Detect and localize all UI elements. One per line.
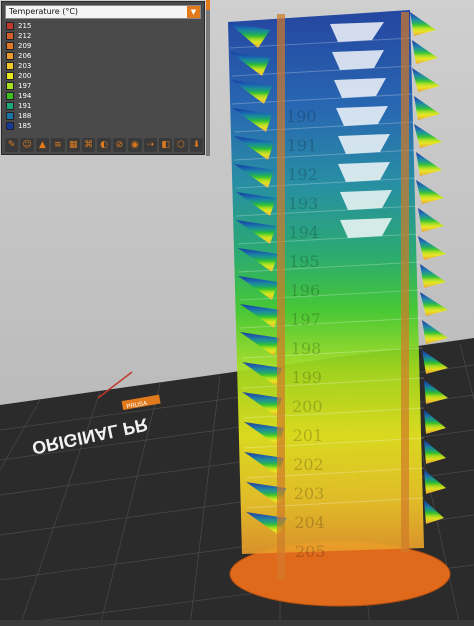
legend-label: 191: [18, 102, 32, 110]
legend-swatch: [6, 22, 14, 30]
tower-label: 203: [294, 484, 325, 503]
legend-label: 185: [18, 122, 32, 130]
legend-swatch: [6, 52, 14, 60]
legend-swatch: [6, 122, 14, 130]
tower-label: 191: [287, 136, 318, 155]
legend-item: 212: [6, 31, 156, 41]
legend-title: Temperature (°C): [9, 7, 79, 16]
travel-icon[interactable]: ⇢: [143, 138, 157, 152]
legend-scrollbar[interactable]: [206, 0, 210, 156]
view-options-toolbar: ✎ ☺ ▲ ≡ ▦ ⌘ ◐ ⊘ ◉ ⇢ ◧ ⬡ ⬇: [5, 137, 204, 153]
tower-label: 199: [291, 368, 322, 387]
legend-item: 188: [6, 111, 156, 121]
legend-label: 212: [18, 32, 32, 40]
legend-item: 215: [6, 21, 156, 31]
legend-label: 197: [18, 82, 32, 90]
legend-swatch: [6, 82, 14, 90]
tower-label: 192: [287, 165, 318, 184]
legend-item: 209: [6, 41, 156, 51]
legend-label: 203: [18, 62, 32, 70]
tower-label: 197: [290, 310, 321, 329]
legend-item: 200: [6, 71, 156, 81]
legend-item: 194: [6, 91, 156, 101]
legend-item: 197: [6, 81, 156, 91]
tower-label: 190: [286, 107, 317, 126]
legend-item: 191: [6, 101, 156, 111]
legend-label: 200: [18, 72, 32, 80]
wipe-icon[interactable]: ⊘: [112, 138, 127, 152]
legend-item: 185: [6, 121, 156, 131]
legend-item: 206: [6, 51, 156, 61]
dropdown-caret-icon[interactable]: ▼: [187, 6, 200, 18]
legend-label: 206: [18, 52, 32, 60]
legend-swatch: [6, 72, 14, 80]
bottom-bar: [0, 620, 474, 626]
profile-icon[interactable]: ☺: [20, 138, 34, 152]
tower-label: 195: [289, 252, 320, 271]
legend-items: 215 212 209 206 203 200 197 194 191 188 185: [6, 21, 156, 131]
legend-type-select[interactable]: Temperature (°C) ▼: [5, 5, 201, 19]
tower-label: 193: [288, 194, 319, 213]
legend-label: 215: [18, 22, 32, 30]
tower-label: 201: [293, 426, 324, 445]
color-icon[interactable]: ◐: [97, 138, 111, 152]
legend-item: 203: [6, 61, 156, 71]
layers-icon[interactable]: ▲: [35, 138, 50, 152]
tower-label: 198: [291, 339, 322, 358]
tower-label: 204: [294, 513, 325, 532]
tower-label: 202: [293, 455, 324, 474]
tower-label: 194: [288, 223, 319, 242]
legend-swatch: [6, 42, 14, 50]
left-pillar: [277, 14, 285, 580]
right-pillar: [401, 12, 409, 552]
legend-swatch: [6, 112, 14, 120]
support-icon[interactable]: ⌘: [81, 138, 96, 152]
tower-label: 196: [290, 281, 321, 300]
infill-icon[interactable]: ▦: [66, 138, 80, 152]
legend-swatch: [6, 32, 14, 40]
solid-icon[interactable]: ◧: [158, 138, 173, 152]
tower-label: 205: [295, 542, 326, 561]
legend-swatch: [6, 102, 14, 110]
legend-panel: Temperature (°C) ▼ 215 212 209 206 203 200 197…: [1, 1, 205, 155]
cube-icon[interactable]: ⬡: [174, 138, 188, 152]
scrollbar-thumb[interactable]: [206, 0, 210, 10]
legend-label: 209: [18, 42, 32, 50]
export-icon[interactable]: ⬇: [189, 138, 204, 152]
legend-label: 188: [18, 112, 32, 120]
legend-label: 194: [18, 92, 32, 100]
legend-swatch: [6, 62, 14, 70]
brush-icon[interactable]: ✎: [5, 138, 19, 152]
shell-icon[interactable]: ≡: [51, 138, 65, 152]
seam-icon[interactable]: ◉: [128, 138, 142, 152]
tower-label: 200: [292, 397, 323, 416]
legend-swatch: [6, 92, 14, 100]
